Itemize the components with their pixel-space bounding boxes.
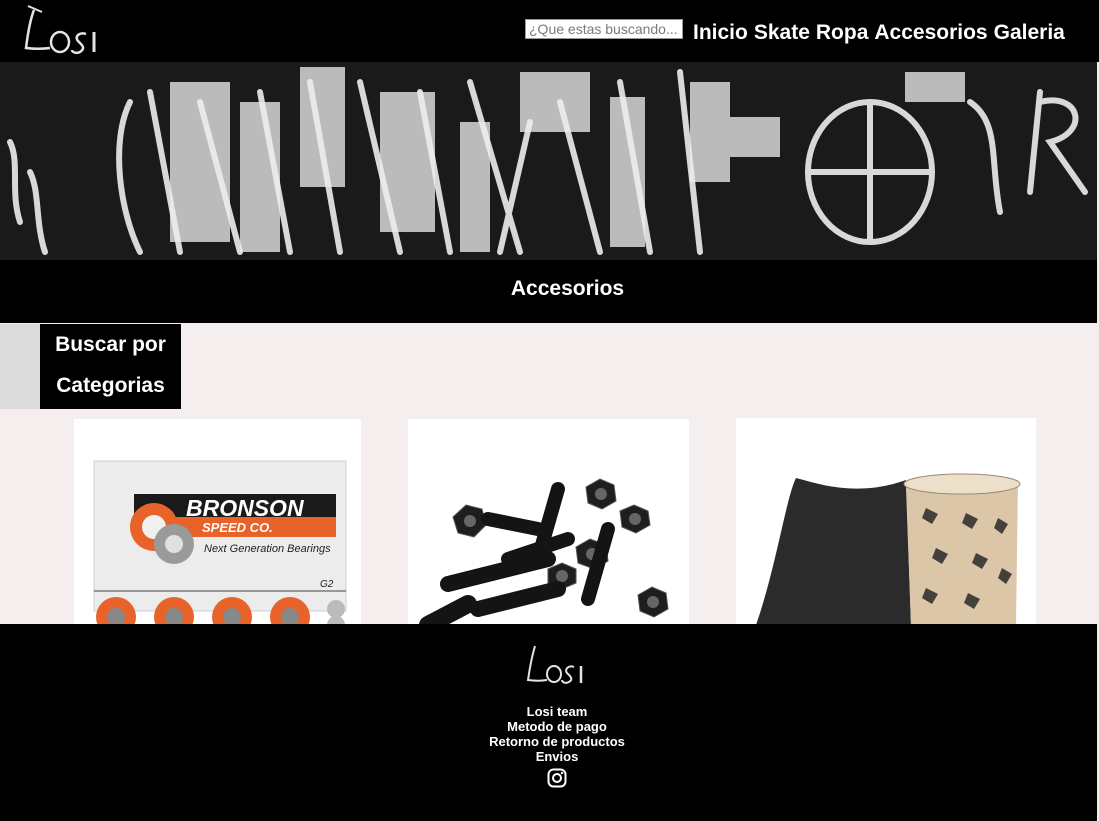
section-header: Accesorios <box>0 260 1097 323</box>
hardware-product-image <box>419 478 669 625</box>
site-logo[interactable] <box>20 2 110 60</box>
instagram-icon[interactable] <box>547 768 567 788</box>
section-title: Accesorios <box>510 277 625 300</box>
footer-link-metodo-pago[interactable]: Metodo de pago <box>0 719 1099 734</box>
losi-logo-icon <box>526 645 583 684</box>
nav-galeria[interactable]: Galeria <box>994 20 1065 46</box>
main-nav: Inicio Skate Ropa Accesorios Galeria <box>693 20 1065 46</box>
filter-label-line2: Categorias <box>56 374 165 397</box>
filter-side-strip <box>0 324 40 409</box>
bearings-product-image: BRONSON SPEED CO. Next Generation Bearin… <box>93 460 347 625</box>
nav-skate[interactable]: Skate <box>754 20 810 46</box>
graffiti-banner <box>0 62 1097 260</box>
product-card-griptape[interactable] <box>736 418 1036 625</box>
bearing-brand-text: BRONSON <box>186 495 304 521</box>
category-filter-button[interactable]: Buscar por Categorias <box>40 324 181 409</box>
losi-logo-icon <box>24 5 96 55</box>
bearing-model: G2 <box>320 579 334 590</box>
product-card-bearings[interactable]: BRONSON SPEED CO. Next Generation Bearin… <box>74 419 361 625</box>
nav-inicio[interactable]: Inicio <box>693 20 748 46</box>
bearing-sub-text: SPEED CO. <box>202 520 273 535</box>
site-header: Inicio Skate Ropa Accesorios Galeria <box>0 0 1099 62</box>
filter-label-line1: Buscar por <box>55 333 166 356</box>
footer-link-envios[interactable]: Envios <box>0 749 1099 764</box>
product-card-hardware[interactable] <box>408 419 689 625</box>
footer-link-retorno[interactable]: Retorno de productos <box>0 734 1099 749</box>
footer-logo[interactable] <box>0 642 1099 704</box>
search-input[interactable] <box>525 19 683 39</box>
footer-link-losi-team[interactable]: Losi team <box>0 704 1099 719</box>
graffiti-banner-image <box>0 62 1097 260</box>
site-footer: Losi team Metodo de pago Retorno de prod… <box>0 624 1097 821</box>
bearing-tagline: Next Generation Bearings <box>204 543 331 555</box>
nav-accesorios[interactable]: Accesorios <box>874 20 987 46</box>
footer-links: Losi team Metodo de pago Retorno de prod… <box>0 704 1099 764</box>
nav-ropa[interactable]: Ropa <box>816 20 869 46</box>
griptape-product-image <box>756 473 1021 625</box>
